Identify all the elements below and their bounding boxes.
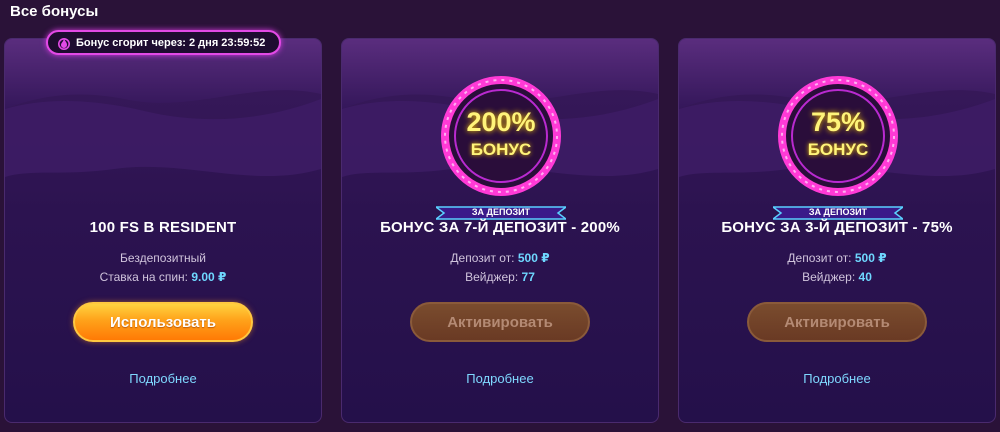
- badge-percent: 200%: [466, 107, 536, 137]
- badge-label: БОНУС: [807, 140, 869, 159]
- timer-text: Бонус сгорит через: 2 дня 23:59:52: [76, 36, 266, 49]
- bonus-card-1: 100 FS В RESIDENT Бездепозитный Ставка н…: [4, 38, 322, 423]
- deposit-label: Депозит от:: [450, 251, 515, 265]
- bet-label: Ставка на спин:: [99, 270, 188, 284]
- more-link[interactable]: Подробнее: [342, 371, 658, 386]
- fire-icon: [58, 36, 70, 50]
- wager-value: 40: [858, 270, 872, 284]
- bonus-badge: 75% БОНУС ЗА ДЕПОЗИТ: [773, 74, 903, 220]
- activate-button[interactable]: Активировать: [747, 302, 927, 342]
- bonus-timer-badge: Бонус сгорит через: 2 дня 23:59:52: [46, 30, 281, 55]
- badge-ribbon-text: ЗА ДЕПОЗИТ: [808, 207, 868, 217]
- card-title: БОНУС ЗА 3-Й ДЕПОЗИТ - 75%: [721, 219, 953, 236]
- bonus-badge: 200% БОНУС ЗА ДЕПОЗИТ: [436, 74, 566, 220]
- wager-label: Вейджер:: [465, 270, 519, 284]
- deposit-row: Депозит от: 500 ₽: [342, 249, 658, 268]
- badge-ribbon-text: ЗА ДЕПОЗИТ: [471, 207, 531, 217]
- activate-button[interactable]: Активировать: [410, 302, 590, 342]
- card-info: Депозит от: 500 ₽ Вейджер: 77: [342, 249, 658, 287]
- deposit-value: 500 ₽: [517, 251, 550, 265]
- wager-row: Вейджер: 77: [342, 268, 658, 287]
- deposit-label: Депозит от:: [787, 251, 852, 265]
- deposit-value: 500 ₽: [854, 251, 887, 265]
- badge-label: БОНУС: [470, 140, 532, 159]
- bonus-card-2: 200% БОНУС ЗА ДЕПОЗИТ БОНУС ЗА 7-Й ДЕПОЗ…: [341, 38, 659, 423]
- badge-percent: 75%: [810, 107, 866, 137]
- bonus-card-3: 75% БОНУС ЗА ДЕПОЗИТ БОНУС ЗА 3-Й ДЕПОЗИ…: [678, 38, 996, 423]
- card-title: 100 FS В RESIDENT: [89, 219, 237, 236]
- card-info: Бездепозитный Ставка на спин: 9.00 ₽: [5, 249, 321, 287]
- wager-row: Вейджер: 40: [679, 268, 995, 287]
- more-link[interactable]: Подробнее: [679, 371, 995, 386]
- card-info: Депозит от: 500 ₽ Вейджер: 40: [679, 249, 995, 287]
- card-title: БОНУС ЗА 7-Й ДЕПОЗИТ - 200%: [380, 219, 620, 236]
- use-button[interactable]: Использовать: [73, 302, 253, 342]
- card-type-text: Бездепозитный: [120, 251, 206, 265]
- more-link[interactable]: Подробнее: [5, 371, 321, 386]
- card-bet-row: Ставка на спин: 9.00 ₽: [5, 268, 321, 287]
- wager-label: Вейджер:: [802, 270, 856, 284]
- bet-value: 9.00 ₽: [191, 270, 227, 284]
- deposit-row: Депозит от: 500 ₽: [679, 249, 995, 268]
- section-title: Все бонусы: [10, 3, 99, 20]
- wager-value: 77: [521, 270, 535, 284]
